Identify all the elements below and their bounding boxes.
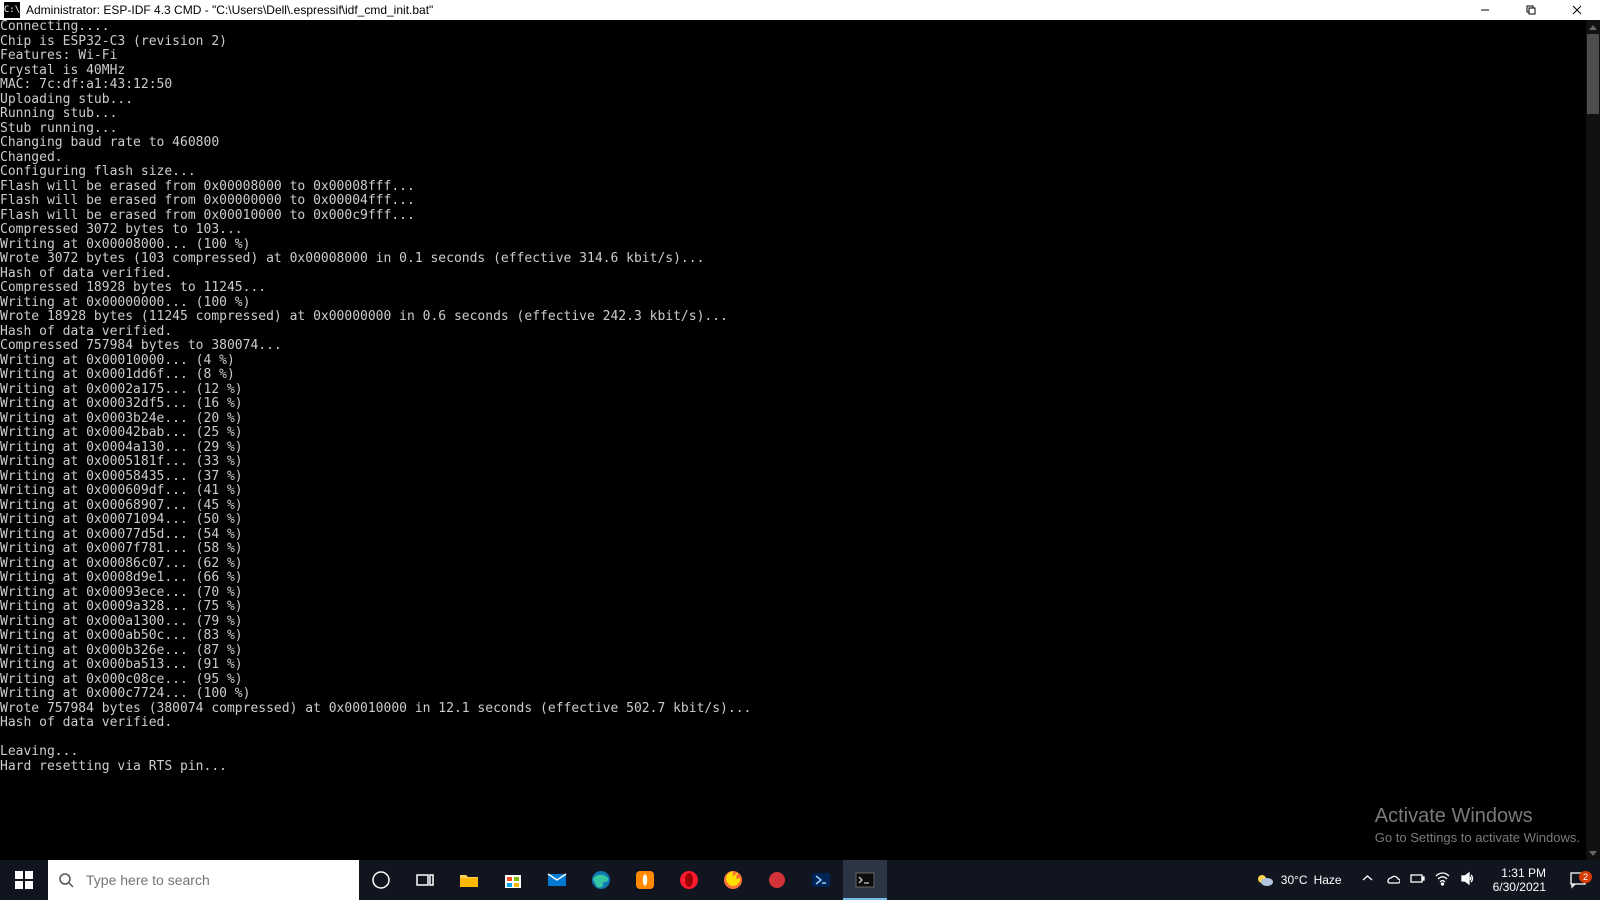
- action-center-button[interactable]: 2: [1556, 871, 1600, 889]
- firefox-icon[interactable]: [711, 860, 755, 900]
- weather-cond: Haze: [1314, 873, 1342, 887]
- file-explorer-icon[interactable]: [447, 860, 491, 900]
- wifi-icon[interactable]: [1435, 871, 1450, 889]
- opera-icon[interactable]: [667, 860, 711, 900]
- activate-windows-watermark: Activate Windows Go to Settings to activ…: [1375, 805, 1580, 845]
- weather-widget[interactable]: 30°C Haze: [1245, 870, 1352, 890]
- window-titlebar: C:\ Administrator: ESP-IDF 4.3 CMD - "C:…: [0, 0, 1600, 20]
- minimize-button[interactable]: [1462, 0, 1508, 20]
- volume-icon[interactable]: [1460, 871, 1475, 889]
- clock-date: 6/30/2021: [1493, 880, 1546, 894]
- task-view-button[interactable]: [403, 860, 447, 900]
- search-input[interactable]: [84, 871, 359, 889]
- maximize-button[interactable]: [1508, 0, 1554, 20]
- watermark-title: Activate Windows: [1375, 805, 1580, 828]
- scroll-up-button[interactable]: [1586, 20, 1600, 34]
- edge-icon[interactable]: [579, 860, 623, 900]
- notification-badge: 2: [1579, 871, 1592, 883]
- clock-time: 1:31 PM: [1493, 866, 1546, 880]
- cmd-icon: C:\: [4, 2, 20, 18]
- search-icon: [48, 872, 84, 888]
- vertical-scrollbar[interactable]: [1586, 20, 1600, 860]
- weather-icon: [1255, 870, 1275, 890]
- start-button[interactable]: [0, 860, 48, 900]
- scroll-down-button[interactable]: [1586, 846, 1600, 860]
- system-tray: 30°C Haze 1:31 PM 6/30/2021 2: [1245, 860, 1600, 900]
- taskbar-clock[interactable]: 1:31 PM 6/30/2021: [1483, 866, 1556, 894]
- taskbar-apps: [359, 860, 887, 900]
- terminal-text: Connecting.... Chip is ESP32-C3 (revisio…: [0, 20, 1586, 774]
- scroll-thumb[interactable]: [1587, 34, 1599, 114]
- cmd-taskbar-icon[interactable]: [843, 860, 887, 900]
- tray-chevron-icon[interactable]: [1360, 871, 1375, 889]
- window-controls: [1462, 0, 1600, 20]
- terminal-output[interactable]: Connecting.... Chip is ESP32-C3 (revisio…: [0, 20, 1586, 860]
- taskbar: 30°C Haze 1:31 PM 6/30/2021 2: [0, 860, 1600, 900]
- onedrive-icon[interactable]: [1385, 871, 1400, 889]
- watermark-subtitle: Go to Settings to activate Windows.: [1375, 830, 1580, 845]
- window-title: Administrator: ESP-IDF 4.3 CMD - "C:\Use…: [24, 3, 433, 17]
- app-orange-icon[interactable]: [623, 860, 667, 900]
- weather-temp: 30°C: [1281, 873, 1308, 887]
- close-button[interactable]: [1554, 0, 1600, 20]
- battery-icon[interactable]: [1410, 871, 1425, 889]
- taskbar-search[interactable]: [48, 860, 359, 900]
- cortana-button[interactable]: [359, 860, 403, 900]
- record-icon[interactable]: [755, 860, 799, 900]
- microsoft-store-icon[interactable]: [491, 860, 535, 900]
- mail-icon[interactable]: [535, 860, 579, 900]
- powershell-icon[interactable]: [799, 860, 843, 900]
